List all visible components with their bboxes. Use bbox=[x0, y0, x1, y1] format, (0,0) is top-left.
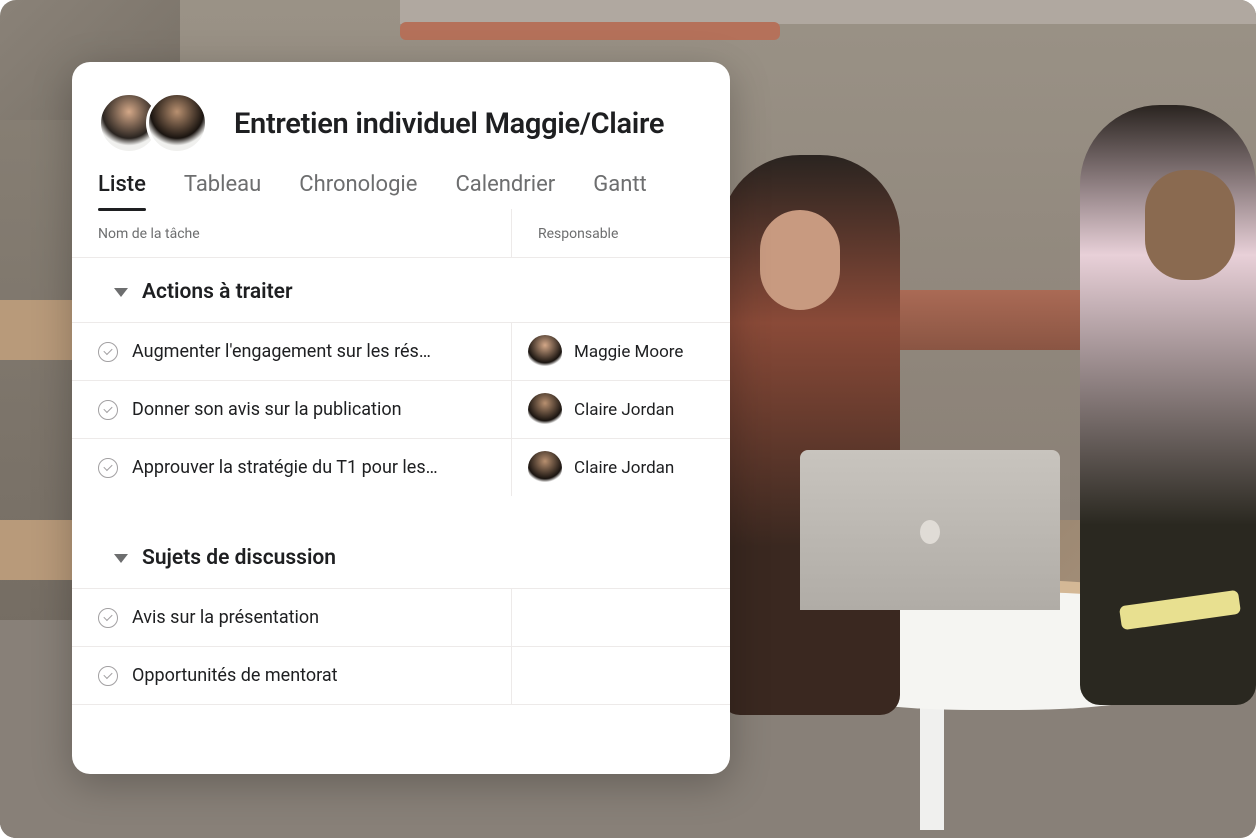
task-row[interactable]: Donner son avis sur la publication Clair… bbox=[72, 380, 730, 438]
tab-timeline[interactable]: Chronologie bbox=[299, 172, 417, 209]
task-name-cell[interactable]: Approuver la stratégie du T1 pour les… bbox=[72, 439, 512, 496]
section-header-discussion[interactable]: Sujets de discussion bbox=[72, 524, 730, 588]
assignee-cell[interactable] bbox=[512, 589, 730, 646]
section-header-actions[interactable]: Actions à traiter bbox=[72, 258, 730, 322]
task-name: Approuver la stratégie du T1 pour les… bbox=[132, 457, 438, 478]
avatar-icon bbox=[528, 451, 562, 485]
task-row[interactable]: Augmenter l'engagement sur les rés… Magg… bbox=[72, 322, 730, 380]
section-title: Actions à traiter bbox=[142, 280, 293, 304]
assignee-name: Maggie Moore bbox=[574, 342, 683, 362]
avatar-icon bbox=[528, 393, 562, 427]
assignee-cell[interactable] bbox=[512, 647, 730, 704]
task-name: Augmenter l'engagement sur les rés… bbox=[132, 341, 431, 362]
tab-list[interactable]: Liste bbox=[98, 172, 146, 209]
card-header: Entretien individuel Maggie/Claire bbox=[72, 62, 730, 172]
tab-gantt[interactable]: Gantt bbox=[593, 172, 647, 209]
avatar-claire bbox=[146, 92, 208, 154]
project-card: Entretien individuel Maggie/Claire Liste… bbox=[72, 62, 730, 774]
task-name-cell[interactable]: Augmenter l'engagement sur les rés… bbox=[72, 323, 512, 380]
task-name: Opportunités de mentorat bbox=[132, 665, 338, 686]
tab-calendar[interactable]: Calendrier bbox=[455, 172, 555, 209]
complete-checkbox-icon[interactable] bbox=[98, 342, 118, 362]
task-name-cell[interactable]: Avis sur la présentation bbox=[72, 589, 512, 646]
project-avatars[interactable] bbox=[98, 92, 212, 156]
complete-checkbox-icon[interactable] bbox=[98, 608, 118, 628]
tab-board[interactable]: Tableau bbox=[184, 172, 261, 209]
task-name-cell[interactable]: Opportunités de mentorat bbox=[72, 647, 512, 704]
project-title[interactable]: Entretien individuel Maggie/Claire bbox=[234, 107, 664, 141]
section-title: Sujets de discussion bbox=[142, 546, 336, 570]
view-tabs: Liste Tableau Chronologie Calendrier Gan… bbox=[72, 172, 730, 209]
complete-checkbox-icon[interactable] bbox=[98, 666, 118, 686]
task-row[interactable]: Opportunités de mentorat bbox=[72, 646, 730, 705]
task-name-cell[interactable]: Donner son avis sur la publication bbox=[72, 381, 512, 438]
task-name: Avis sur la présentation bbox=[132, 607, 319, 628]
column-header-assignee[interactable]: Responsable bbox=[512, 209, 730, 257]
complete-checkbox-icon[interactable] bbox=[98, 400, 118, 420]
column-header-task-name[interactable]: Nom de la tâche bbox=[72, 209, 512, 257]
complete-checkbox-icon[interactable] bbox=[98, 458, 118, 478]
assignee-cell[interactable]: Claire Jordan bbox=[512, 381, 730, 438]
avatar-icon bbox=[528, 335, 562, 369]
assignee-name: Claire Jordan bbox=[574, 400, 674, 420]
assignee-cell[interactable]: Claire Jordan bbox=[512, 439, 730, 496]
chevron-down-icon bbox=[114, 554, 128, 563]
column-headers: Nom de la tâche Responsable bbox=[72, 209, 730, 258]
assignee-name: Claire Jordan bbox=[574, 458, 674, 478]
task-row[interactable]: Approuver la stratégie du T1 pour les… C… bbox=[72, 438, 730, 496]
task-name: Donner son avis sur la publication bbox=[132, 399, 402, 420]
assignee-cell[interactable]: Maggie Moore bbox=[512, 323, 730, 380]
chevron-down-icon bbox=[114, 288, 128, 297]
task-row[interactable]: Avis sur la présentation bbox=[72, 588, 730, 646]
